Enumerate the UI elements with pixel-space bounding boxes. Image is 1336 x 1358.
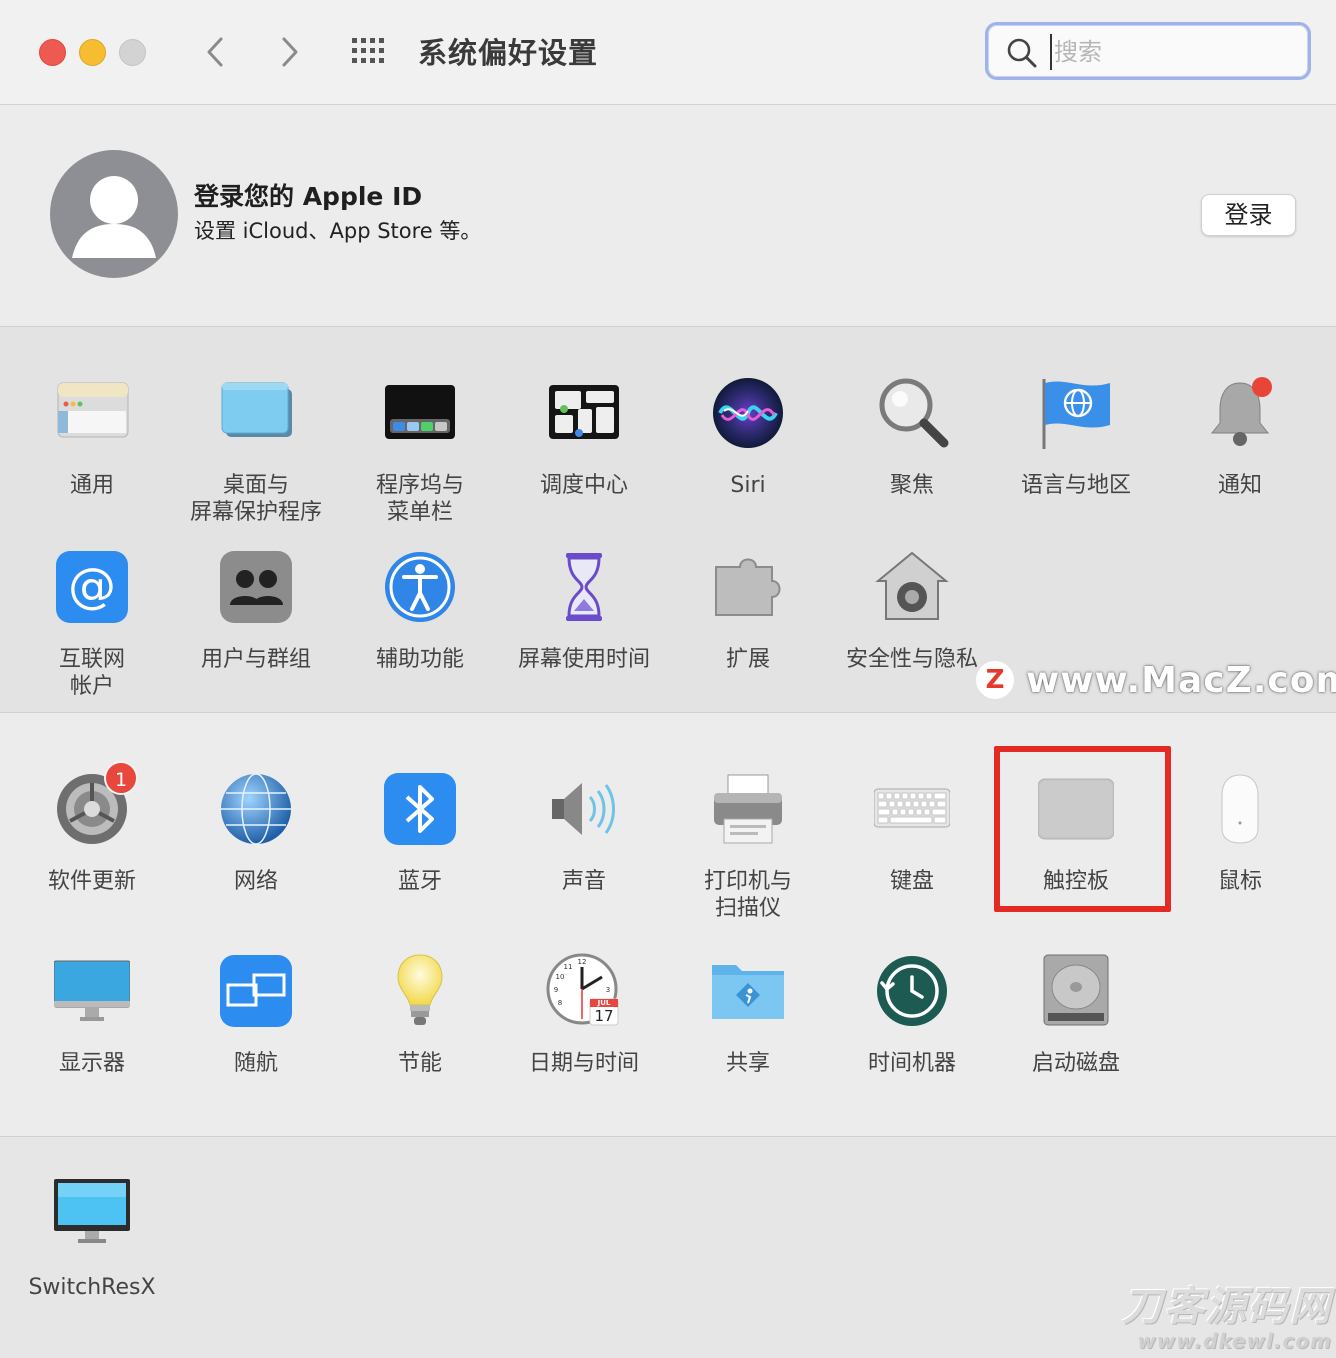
personal-section: 通用 桌面与 屏幕保护程序 程序坞与 菜单栏 调度中心 Siri 聚焦 语言与地… — [0, 327, 1336, 713]
zoom-window-button[interactable] — [119, 39, 146, 66]
pref-mouse[interactable]: 鼠标 — [1158, 771, 1322, 931]
avatar[interactable] — [50, 150, 178, 278]
bluetooth-icon — [382, 771, 458, 847]
pref-siri[interactable]: Siri — [666, 375, 830, 535]
svg-text:3: 3 — [606, 986, 610, 994]
clock-month: JUL — [597, 999, 611, 1007]
pref-sidecar[interactable]: 随航 — [174, 953, 338, 1113]
desktop-icon — [218, 375, 294, 451]
printer-icon — [710, 771, 786, 847]
pref-dock-menubar[interactable]: 程序坞与 菜单栏 — [338, 375, 502, 535]
mouse-icon — [1202, 771, 1278, 847]
pref-switchresx[interactable]: SwitchResX — [10, 1177, 174, 1337]
language-region-icon — [1038, 375, 1114, 451]
pref-language-region[interactable]: 语言与地区 — [994, 375, 1158, 535]
pref-mission-control[interactable]: 调度中心 — [502, 375, 666, 535]
pref-users-groups[interactable]: 用户与群组 — [174, 549, 338, 709]
mission-control-icon — [546, 375, 622, 451]
dock-icon — [382, 375, 458, 451]
network-icon — [218, 771, 294, 847]
startup-disk-icon — [1038, 953, 1114, 1029]
accessibility-icon — [382, 549, 458, 625]
screen-time-icon — [546, 549, 622, 625]
macz-logo-icon: Z — [976, 661, 1014, 699]
grid-icon — [352, 38, 384, 63]
svg-text:9: 9 — [554, 986, 558, 994]
svg-text:8: 8 — [558, 999, 562, 1007]
login-button[interactable]: 登录 — [1201, 194, 1296, 236]
svg-text:10: 10 — [556, 973, 565, 981]
close-window-button[interactable] — [39, 39, 66, 66]
pref-network[interactable]: 网络 — [174, 771, 338, 931]
pref-time-machine[interactable]: 时间机器 — [830, 953, 994, 1113]
pref-general[interactable]: 通用 — [10, 375, 174, 535]
pref-sound[interactable]: 声音 — [502, 771, 666, 931]
pref-security-privacy[interactable]: 安全性与隐私 — [830, 549, 994, 709]
extensions-icon — [710, 549, 786, 625]
spotlight-icon — [874, 375, 950, 451]
sharing-icon — [710, 953, 786, 1029]
apple-id-subtitle: 设置 iCloud、App Store 等。 — [194, 219, 482, 243]
chevron-left-icon — [207, 37, 223, 67]
svg-text:11: 11 — [564, 963, 573, 971]
svg-text:@: @ — [68, 558, 116, 614]
back-button[interactable] — [196, 32, 236, 72]
pref-extensions[interactable]: 扩展 — [666, 549, 830, 709]
users-groups-icon — [218, 549, 294, 625]
toolbar: 系统偏好设置 — [0, 0, 1336, 105]
pref-printers-scanners[interactable]: 打印机与 扫描仪 — [666, 771, 830, 931]
search-input[interactable] — [1050, 34, 1296, 70]
software-update-icon: 1 — [54, 761, 138, 847]
apple-id-banner: 登录您的 Apple ID 设置 iCloud、App Store 等。 登录 — [0, 105, 1336, 327]
search-field[interactable] — [985, 22, 1311, 80]
energy-saver-icon — [382, 953, 458, 1029]
pref-sharing[interactable]: 共享 — [666, 953, 830, 1113]
macz-watermark: Z www.MacZ.com — [976, 660, 1336, 701]
pref-displays[interactable]: 显示器 — [10, 953, 174, 1113]
displays-icon — [54, 953, 130, 1029]
pref-startup-disk[interactable]: 启动磁盘 — [994, 953, 1158, 1113]
security-icon — [874, 549, 950, 625]
pref-keyboard[interactable]: 键盘 — [830, 771, 994, 931]
time-machine-icon — [874, 953, 950, 1029]
notifications-icon — [1202, 375, 1278, 451]
date-time-icon: 12 3 9 11 10 8 JUL 17 — [546, 953, 622, 1029]
keyboard-icon — [874, 771, 950, 847]
apple-id-title: 登录您的 Apple ID — [194, 182, 423, 211]
pref-energy-saver[interactable]: 节能 — [338, 953, 502, 1113]
clock-day: 17 — [594, 1007, 614, 1025]
window-title: 系统偏好设置 — [418, 36, 599, 70]
show-all-button[interactable] — [350, 34, 390, 70]
chevron-right-icon — [282, 37, 298, 67]
sidecar-icon — [218, 953, 294, 1029]
search-icon — [1007, 38, 1037, 68]
pref-screen-time[interactable]: 屏幕使用时间 — [502, 549, 666, 709]
pref-accessibility[interactable]: 辅助功能 — [338, 549, 502, 709]
switchresx-icon — [54, 1177, 130, 1253]
update-count-badge: 1 — [104, 761, 138, 795]
dkewl-watermark: 刀客源码网 www.dkewl.com — [1122, 1284, 1332, 1353]
svg-text:12: 12 — [578, 958, 587, 966]
pref-desktop-screensaver[interactable]: 桌面与 屏幕保护程序 — [174, 375, 338, 535]
pref-date-time[interactable]: 12 3 9 11 10 8 JUL 17 日期与时间 — [502, 953, 666, 1113]
trackpad-highlight-box — [994, 746, 1171, 912]
pref-notifications[interactable]: 通知 — [1158, 375, 1322, 535]
user-silhouette-icon — [72, 176, 156, 258]
forward-button[interactable] — [270, 32, 310, 72]
pref-software-update[interactable]: 1 软件更新 — [10, 761, 174, 931]
internet-accounts-icon: @ — [54, 549, 130, 625]
pref-spotlight[interactable]: 聚焦 — [830, 375, 994, 535]
minimize-window-button[interactable] — [79, 39, 106, 66]
pref-internet-accounts[interactable]: @ 互联网 帐户 — [10, 549, 174, 709]
sound-icon — [546, 771, 622, 847]
siri-icon — [710, 375, 786, 451]
general-icon — [54, 375, 130, 451]
pref-bluetooth[interactable]: 蓝牙 — [338, 771, 502, 931]
